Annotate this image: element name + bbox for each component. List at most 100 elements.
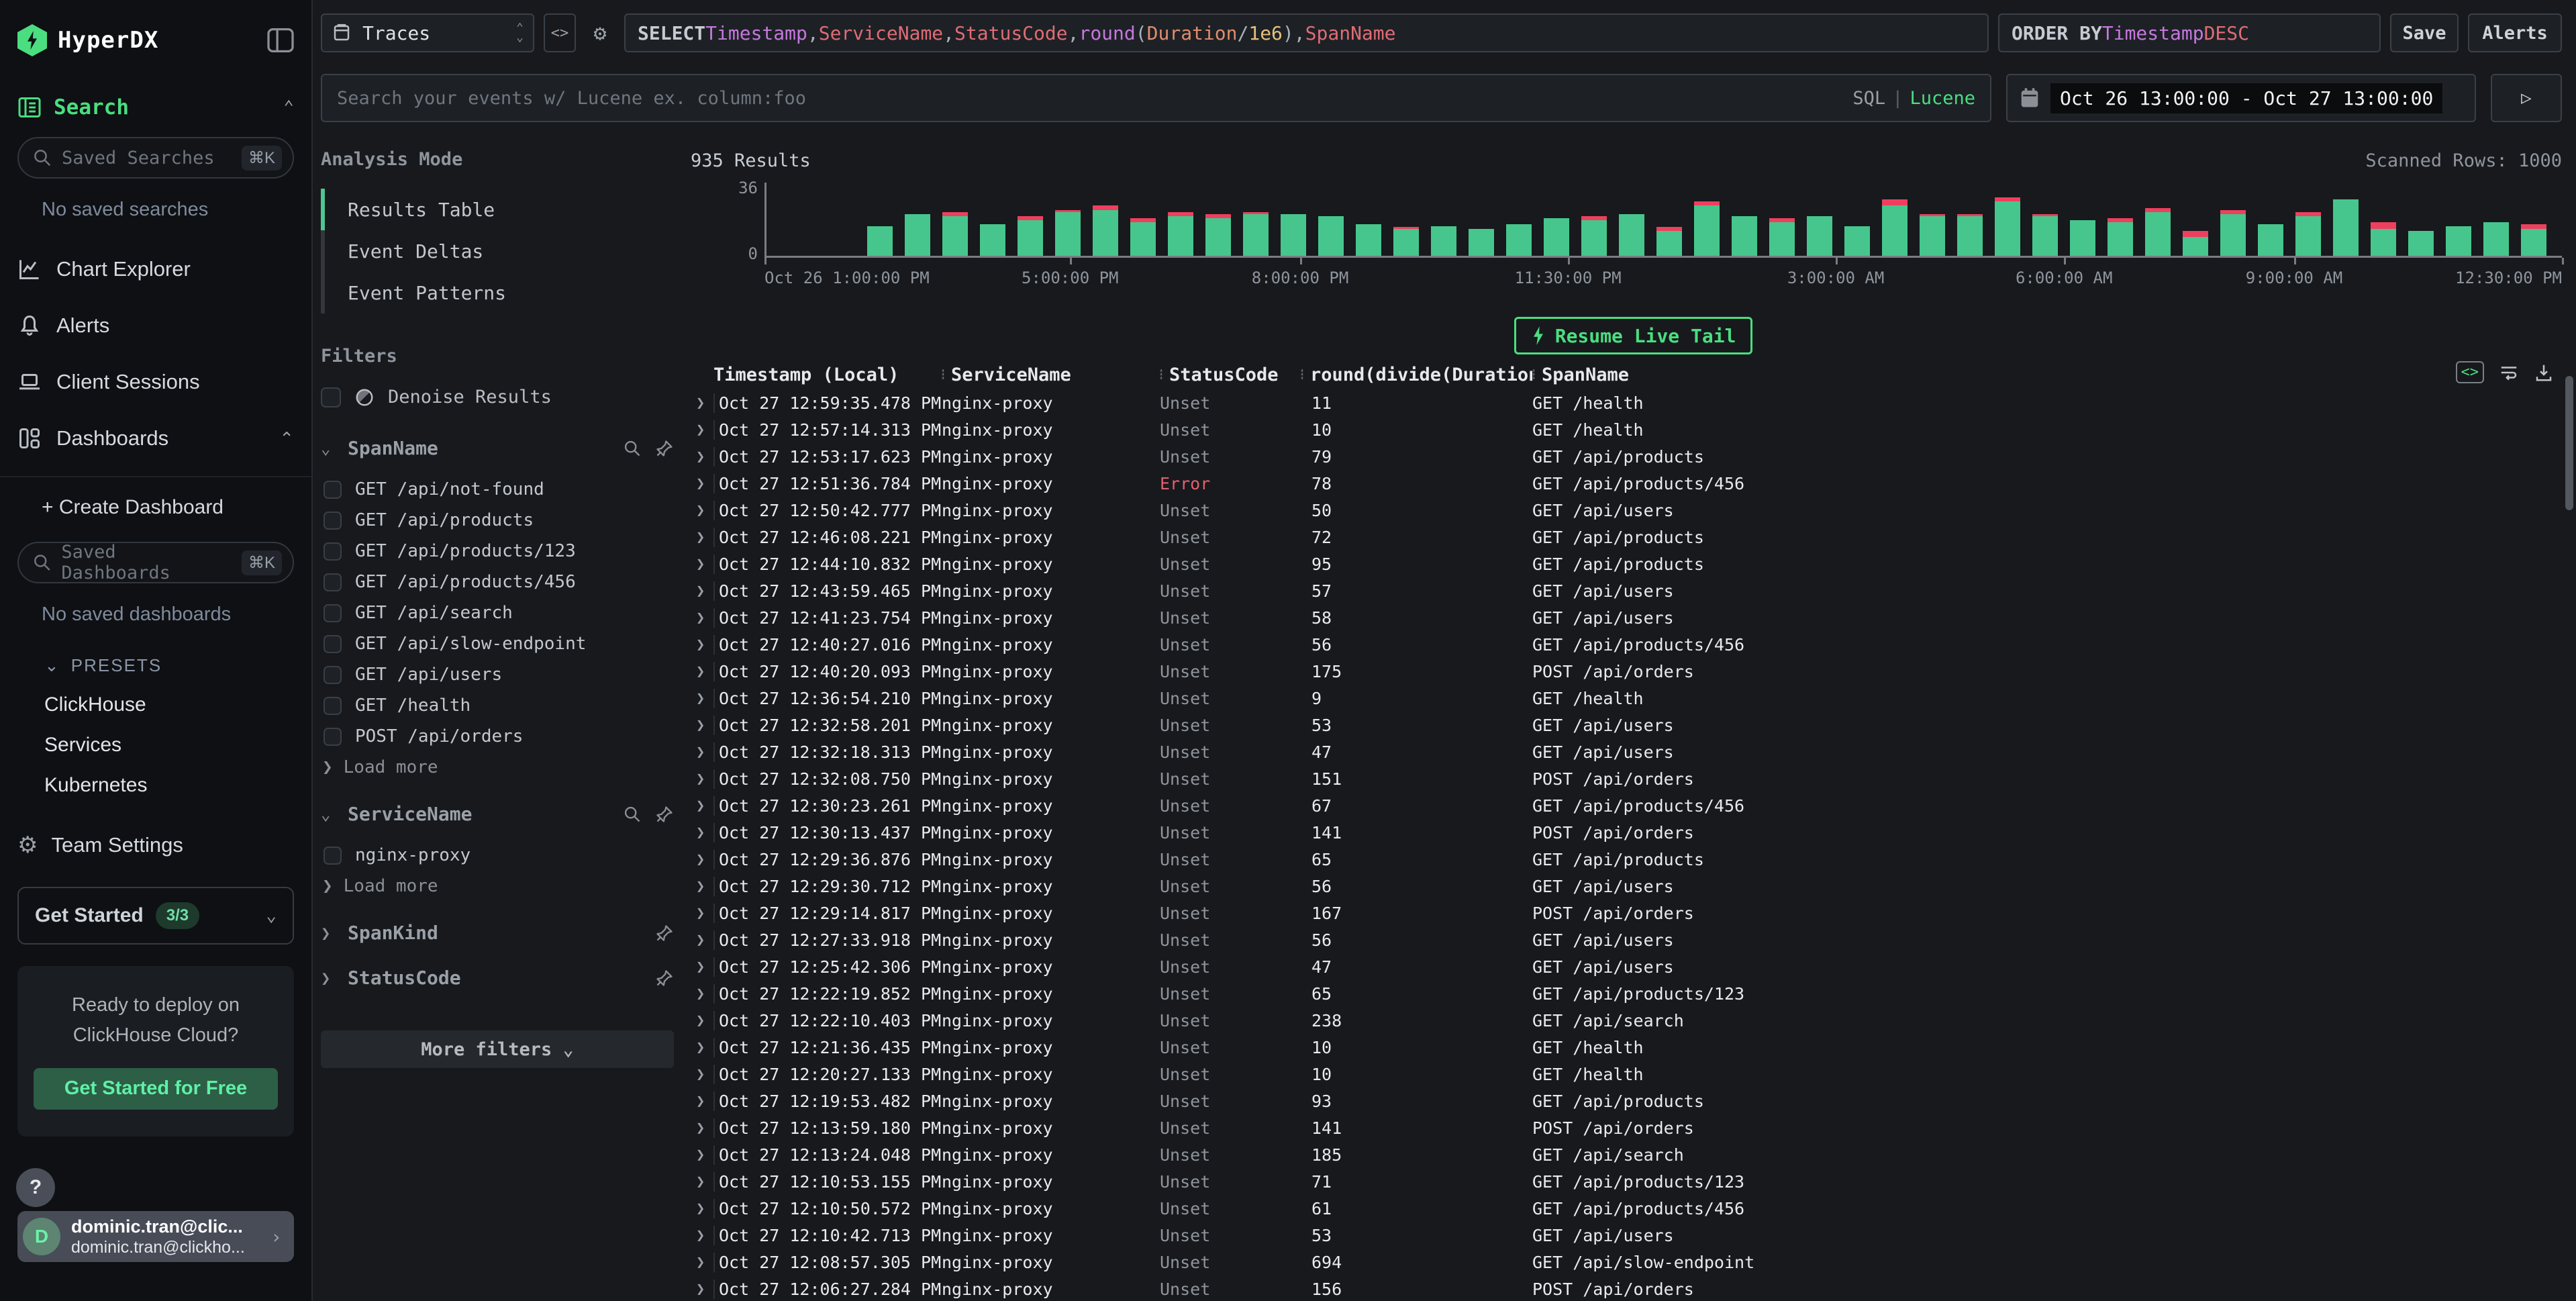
histogram-bar[interactable] [905,214,930,256]
filter-option[interactable]: GET /api/products/123 [324,536,674,567]
table-row[interactable]: ❯Oct 27 12:27:33.918 PMnginx-proxyUnset5… [691,926,2562,953]
histogram-bar[interactable] [1318,216,1344,256]
row-expand-icon[interactable]: ❯ [691,475,713,492]
table-row[interactable]: ❯Oct 27 12:08:57.305 PMnginx-proxyUnset6… [691,1249,2562,1275]
histogram-bar[interactable] [2258,224,2283,256]
table-row[interactable]: ❯Oct 27 12:10:50.572 PMnginx-proxyUnset6… [691,1195,2562,1222]
histogram-bar[interactable] [1431,226,1456,256]
source-select[interactable]: Traces ⌃⌄ [321,13,534,52]
row-expand-icon[interactable]: ❯ [691,1227,713,1244]
row-expand-icon[interactable]: ❯ [691,985,713,1002]
table-row[interactable]: ❯Oct 27 12:10:42.713 PMnginx-proxyUnset5… [691,1222,2562,1249]
filter-group-spanname[interactable]: ⌄SpanName [321,437,674,459]
analysis-mode-results-table[interactable]: Results Table [325,189,674,230]
filter-checkbox[interactable] [324,604,342,622]
row-expand-icon[interactable]: ❯ [691,1066,713,1083]
pin-icon[interactable] [655,439,674,458]
row-expand-icon[interactable]: ❯ [691,1281,713,1298]
resume-live-tail-button[interactable]: Resume Live Tail [1514,317,1753,354]
analysis-mode-event-deltas[interactable]: Event Deltas [325,230,674,272]
code-view-button[interactable]: <> [544,13,576,52]
row-expand-icon[interactable]: ❯ [691,932,713,949]
histogram-bar[interactable] [1732,216,1757,256]
search-icon[interactable] [623,439,642,458]
sql-toggle[interactable]: SQL [1852,88,1885,109]
histogram-bar[interactable] [1356,224,1381,256]
table-row[interactable]: ❯Oct 27 12:36:54.210 PMnginx-proxyUnset9… [691,685,2562,712]
row-expand-icon[interactable]: ❯ [691,636,713,653]
table-row[interactable]: ❯Oct 27 12:46:08.221 PMnginx-proxyUnset7… [691,524,2562,550]
row-expand-icon[interactable]: ❯ [691,1147,713,1163]
chevron-up-icon[interactable]: ⌃ [283,97,294,117]
lucene-toggle[interactable]: Lucene [1910,88,1975,109]
column-header[interactable]: SpanName [1532,365,2562,385]
preset-kubernetes[interactable]: Kubernetes [17,774,294,797]
histogram-bar[interactable] [2032,214,2058,256]
row-expand-icon[interactable]: ❯ [691,1173,713,1190]
histogram-bar[interactable] [942,212,968,256]
sidebar-item-client-sessions[interactable]: Client Sessions [17,363,294,401]
row-expand-icon[interactable]: ❯ [691,1254,713,1271]
table-row[interactable]: ❯Oct 27 12:40:20.093 PMnginx-proxyUnset1… [691,658,2562,685]
sidebar-item-alerts[interactable]: Alerts [17,307,294,344]
row-expand-icon[interactable]: ❯ [691,1039,713,1056]
table-row[interactable]: ❯Oct 27 12:29:30.712 PMnginx-proxyUnset5… [691,873,2562,900]
row-expand-icon[interactable]: ❯ [691,959,713,975]
histogram-bar[interactable] [1018,216,1043,256]
row-expand-icon[interactable]: ❯ [691,824,713,841]
histogram-bar[interactable] [1581,216,1607,256]
column-header[interactable]: round(divide(Duration, [1301,365,1532,385]
histogram-bar[interactable] [1469,229,1494,256]
table-row[interactable]: ❯Oct 27 12:06:27.284 PMnginx-proxyUnset1… [691,1275,2562,1301]
row-expand-icon[interactable]: ❯ [691,422,713,438]
wrap-lines-icon[interactable] [2499,363,2519,383]
row-expand-icon[interactable]: ❯ [691,717,713,734]
user-menu[interactable]: D dominic.tran@clic... dominic.tran@clic… [17,1211,294,1262]
chevron-up-icon[interactable]: ⌃ [279,428,294,449]
histogram-bar[interactable] [1656,227,1682,256]
pin-icon[interactable] [655,805,674,824]
order-by-input[interactable]: ORDER BY Timestamp DESC [1998,13,2381,52]
filter-group-statuscode[interactable]: ❯StatusCode [321,967,674,989]
filter-option[interactable]: nginx-proxy [324,840,674,871]
row-expand-icon[interactable]: ❯ [691,1200,713,1217]
row-expand-icon[interactable]: ❯ [691,878,713,895]
saved-dashboards-input[interactable]: Saved Dashboards ⌘K [17,542,294,583]
row-expand-icon[interactable]: ❯ [691,556,713,573]
row-expand-icon[interactable]: ❯ [691,851,713,868]
table-row[interactable]: ❯Oct 27 12:21:36.435 PMnginx-proxyUnset1… [691,1034,2562,1061]
histogram-bar[interactable] [1506,224,1532,256]
denoise-results-row[interactable]: Denoise Results [321,387,674,407]
vertical-scrollbar[interactable] [2565,376,2573,510]
filter-option[interactable]: GET /api/products [324,505,674,536]
histogram-bar[interactable] [1281,214,1306,256]
download-icon[interactable] [2534,363,2554,383]
sidebar-item-dashboards[interactable]: Dashboards ⌃ [17,420,294,457]
create-dashboard-button[interactable]: + Create Dashboard [17,496,294,519]
histogram-bar[interactable] [1807,216,1832,256]
histogram-bar[interactable] [2446,226,2471,256]
table-row[interactable]: ❯Oct 27 12:53:17.623 PMnginx-proxyUnset7… [691,443,2562,470]
get-started-free-button[interactable]: Get Started for Free [34,1068,278,1110]
row-expand-icon[interactable]: ❯ [691,663,713,680]
table-row[interactable]: ❯Oct 27 12:32:58.201 PMnginx-proxyUnset5… [691,712,2562,738]
filter-checkbox[interactable] [324,635,342,653]
more-filters-button[interactable]: More filters ⌄ [321,1030,674,1068]
table-row[interactable]: ❯Oct 27 12:10:53.155 PMnginx-proxyUnset7… [691,1168,2562,1195]
row-expand-icon[interactable]: ❯ [691,502,713,519]
alerts-button[interactable]: Alerts [2468,13,2562,52]
preset-clickhouse[interactable]: ClickHouse [17,693,294,716]
histogram-bar[interactable] [2408,231,2434,256]
filter-checkbox[interactable] [324,481,342,499]
row-expand-icon[interactable]: ❯ [691,1012,713,1029]
pin-icon[interactable] [655,969,674,987]
table-row[interactable]: ❯Oct 27 12:30:13.437 PMnginx-proxyUnset1… [691,819,2562,846]
filter-checkbox[interactable] [324,697,342,715]
table-row[interactable]: ❯Oct 27 12:59:35.478 PMnginx-proxyUnset1… [691,389,2562,416]
load-more-button[interactable]: ❯Load more [321,871,674,899]
table-row[interactable]: ❯Oct 27 12:22:10.403 PMnginx-proxyUnset2… [691,1007,2562,1034]
row-expand-icon[interactable]: ❯ [691,798,713,814]
table-row[interactable]: ❯Oct 27 12:43:59.465 PMnginx-proxyUnset5… [691,577,2562,604]
sidebar-item-team-settings[interactable]: ⚙ Team Settings [17,833,294,857]
histogram-bar[interactable] [1168,212,1193,256]
